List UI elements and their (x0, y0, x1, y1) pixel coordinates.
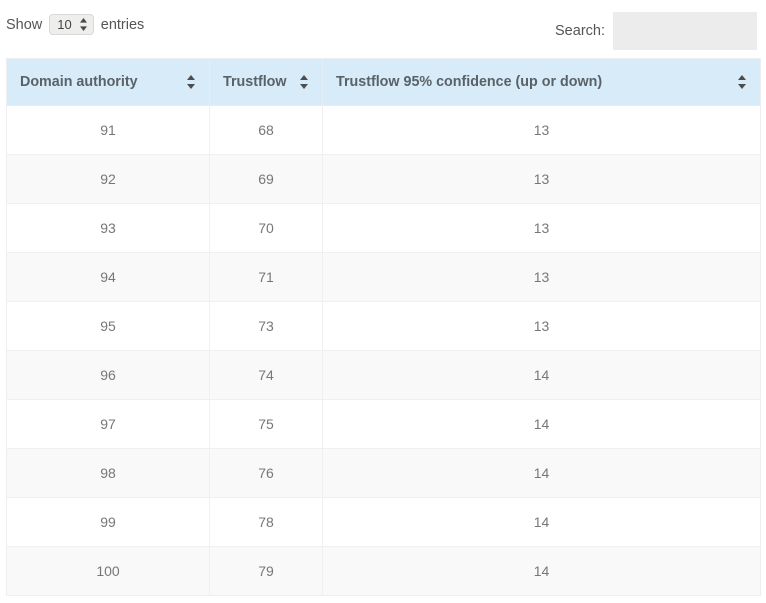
cell-trustflow-confidence: 13 (322, 301, 761, 351)
table-row[interactable]: 93 70 13 (6, 203, 761, 253)
table-row[interactable]: 92 69 13 (6, 154, 761, 204)
entries-length-select[interactable]: 10 (49, 14, 94, 35)
table-row[interactable]: 100 79 14 (6, 546, 761, 596)
cell-trustflow: 69 (209, 154, 323, 204)
cell-trustflow-confidence: 14 (322, 448, 761, 498)
cell-trustflow-confidence: 13 (322, 105, 761, 155)
cell-trustflow-confidence: 13 (322, 252, 761, 302)
datatable-wrapper: Show 10 entries Search: Domain authority… (0, 0, 766, 603)
cell-trustflow: 73 (209, 301, 323, 351)
cell-trustflow-confidence: 14 (322, 497, 761, 547)
cell-domain-authority: 93 (6, 203, 210, 253)
cell-trustflow: 75 (209, 399, 323, 449)
cell-trustflow-confidence: 13 (322, 203, 761, 253)
cell-trustflow: 71 (209, 252, 323, 302)
cell-domain-authority: 99 (6, 497, 210, 547)
column-header-trustflow[interactable]: Trustflow (209, 58, 323, 106)
cell-domain-authority: 97 (6, 399, 210, 449)
column-header-label: Domain authority (20, 74, 138, 90)
table-row[interactable]: 96 74 14 (6, 350, 761, 400)
cell-trustflow: 74 (209, 350, 323, 400)
sort-up-down-icon[interactable] (186, 74, 196, 90)
cell-trustflow: 79 (209, 546, 323, 596)
table-row[interactable]: 94 71 13 (6, 252, 761, 302)
search-input[interactable] (613, 12, 757, 50)
cell-domain-authority: 100 (6, 546, 210, 596)
entries-label: entries (100, 16, 145, 33)
spinner-up-down-icon (79, 17, 88, 32)
entries-length-control: Show 10 entries (6, 14, 144, 35)
table-header-row: Domain authority Trustflow Trustflow 95%… (6, 58, 761, 106)
cell-trustflow: 70 (209, 203, 323, 253)
data-table: Domain authority Trustflow Trustflow 95%… (6, 58, 761, 596)
cell-trustflow: 68 (209, 105, 323, 155)
cell-trustflow-confidence: 13 (322, 154, 761, 204)
cell-domain-authority: 92 (6, 154, 210, 204)
table-row[interactable]: 95 73 13 (6, 301, 761, 351)
sort-up-down-icon[interactable] (299, 74, 309, 90)
cell-domain-authority: 94 (6, 252, 210, 302)
cell-trustflow: 78 (209, 497, 323, 547)
search-filter-control: Search: (555, 12, 757, 50)
entries-length-value: 10 (57, 17, 72, 32)
table-row[interactable]: 97 75 14 (6, 399, 761, 449)
cell-trustflow-confidence: 14 (322, 399, 761, 449)
table-body: 91 68 13 92 69 13 93 70 13 94 71 13 95 7… (6, 105, 761, 596)
datatable-scroll: Domain authority Trustflow Trustflow 95%… (6, 58, 761, 596)
cell-trustflow: 76 (209, 448, 323, 498)
table-row[interactable]: 98 76 14 (6, 448, 761, 498)
table-header: Domain authority Trustflow Trustflow 95%… (6, 58, 761, 106)
cell-domain-authority: 98 (6, 448, 210, 498)
table-row[interactable]: 91 68 13 (6, 105, 761, 155)
cell-domain-authority: 96 (6, 350, 210, 400)
search-label: Search: (555, 23, 605, 39)
cell-domain-authority: 95 (6, 301, 210, 351)
column-header-trustflow-confidence[interactable]: Trustflow 95% confidence (up or down) (322, 58, 761, 106)
show-label: Show (6, 16, 43, 33)
sort-up-down-icon[interactable] (737, 74, 747, 90)
cell-domain-authority: 91 (6, 105, 210, 155)
cell-trustflow-confidence: 14 (322, 546, 761, 596)
column-header-label: Trustflow 95% confidence (up or down) (336, 74, 603, 90)
datatable-controls: Show 10 entries Search: (0, 0, 766, 56)
column-header-label: Trustflow (223, 74, 287, 90)
cell-trustflow-confidence: 14 (322, 350, 761, 400)
table-row[interactable]: 99 78 14 (6, 497, 761, 547)
column-header-domain-authority[interactable]: Domain authority (6, 58, 210, 106)
